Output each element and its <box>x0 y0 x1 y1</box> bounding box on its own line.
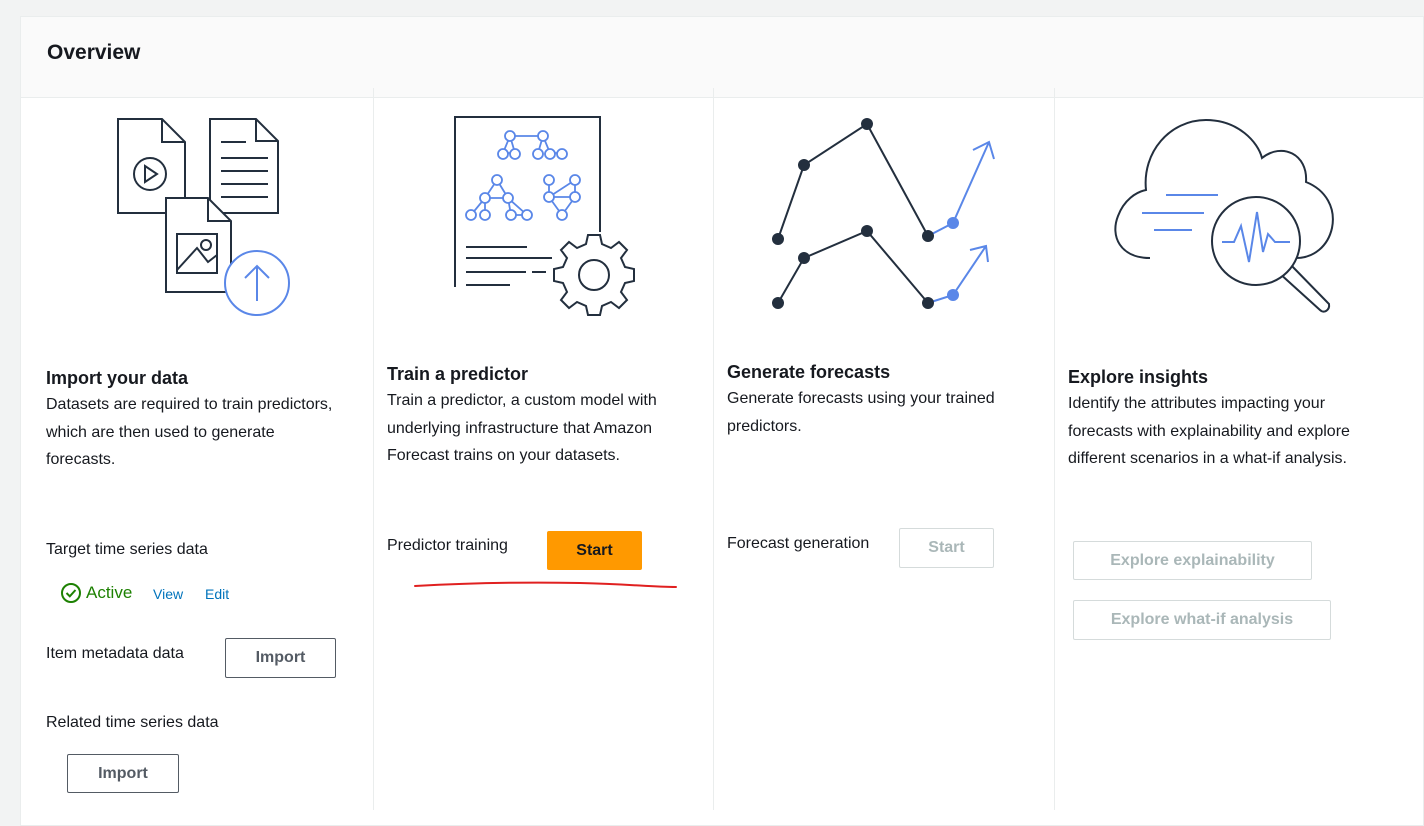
card-title: Generate forecasts <box>727 362 891 382</box>
import-related-time-series-button[interactable]: Import <box>67 754 179 793</box>
card-description: Train a predictor, a custom model with u… <box>387 392 657 464</box>
column-divider <box>1054 88 1055 810</box>
red-underline-annotation <box>414 581 677 588</box>
card-description: Identify the attributes impacting your f… <box>1068 395 1350 467</box>
status-badge: Active <box>60 582 132 604</box>
panel-title: Overview <box>47 41 141 64</box>
predictor-training-label: Predictor training <box>387 537 508 554</box>
status-text: Active <box>86 583 133 602</box>
card-title: Explore insights <box>1068 367 1209 387</box>
edit-link[interactable]: Edit <box>205 586 229 602</box>
card-title: Train a predictor <box>387 364 529 384</box>
item-metadata-label: Item metadata data <box>46 645 184 662</box>
start-forecast-generation-button[interactable]: Start <box>899 528 994 568</box>
upload-icon <box>224 250 290 316</box>
start-predictor-training-button[interactable]: Start <box>547 531 642 570</box>
related-time-series-label: Related time series data <box>46 714 219 731</box>
explore-what-if-analysis-button[interactable]: Explore what-if analysis <box>1073 600 1331 640</box>
line-chart-icon <box>772 118 995 309</box>
import-item-metadata-button[interactable]: Import <box>225 638 336 678</box>
view-link[interactable]: View <box>153 586 183 602</box>
panel-header: Overview <box>21 17 1423 98</box>
target-time-series-label: Target time series data <box>46 541 208 558</box>
column-divider <box>713 88 714 810</box>
train-predictor-illustration <box>454 116 635 316</box>
explore-explainability-button[interactable]: Explore explainability <box>1073 541 1312 580</box>
cloud-magnifier-icon <box>1114 118 1334 313</box>
document-icon <box>209 118 279 214</box>
card-description: Datasets are required to train predictor… <box>46 396 333 468</box>
card-title: Import your data <box>46 368 189 388</box>
card-description: Generate forecasts using your trained pr… <box>727 390 995 435</box>
image-file-icon <box>165 197 232 293</box>
column-divider <box>373 88 374 810</box>
forecast-generation-label: Forecast generation <box>727 535 870 552</box>
import-data-illustration <box>117 118 290 316</box>
check-circle-icon <box>61 583 81 603</box>
gear-icon <box>553 234 635 316</box>
